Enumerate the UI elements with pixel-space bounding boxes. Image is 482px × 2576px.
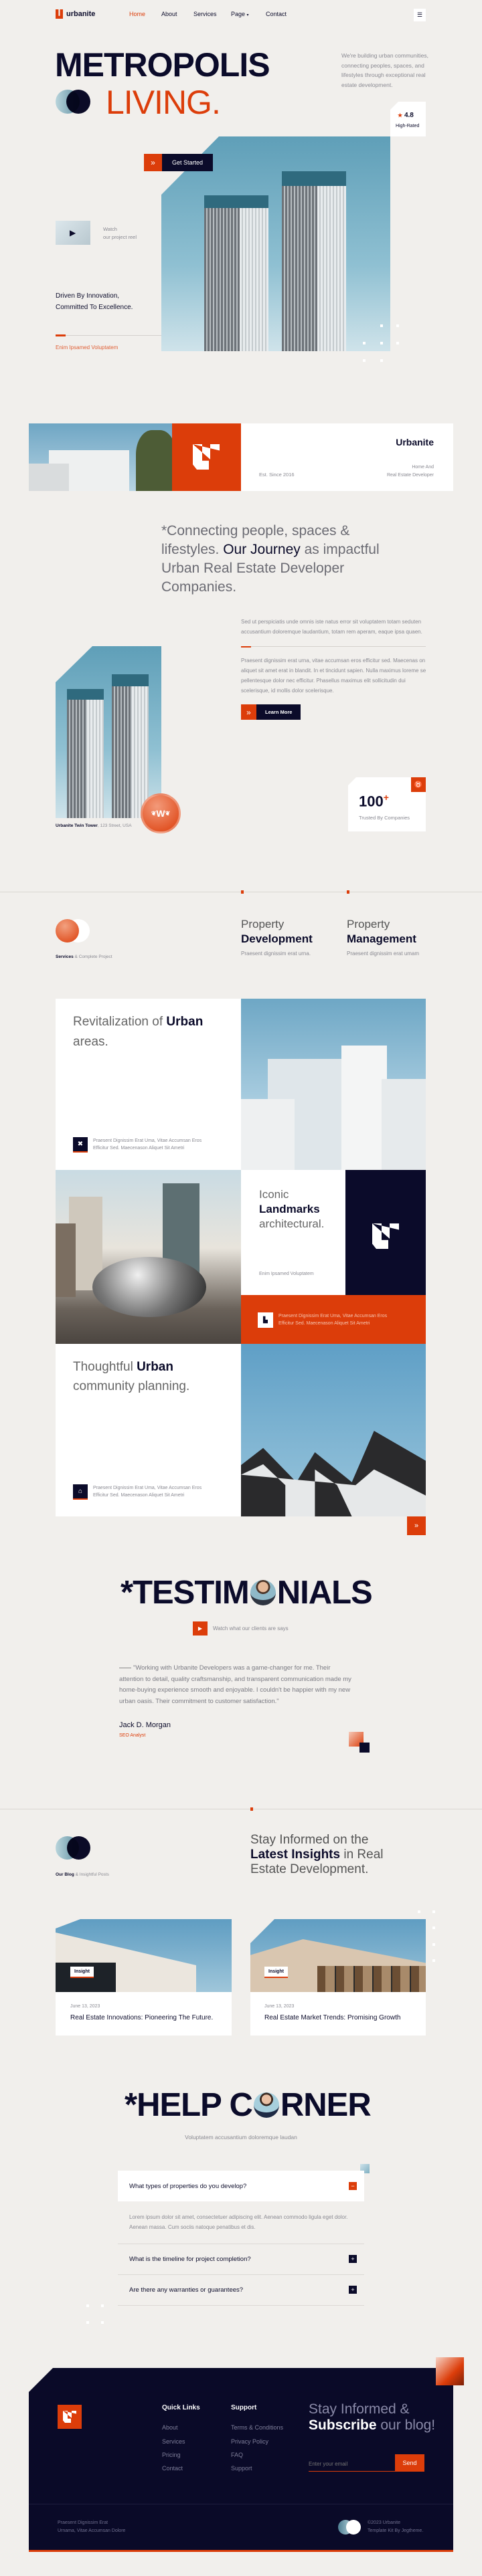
service-development: Property Development Praesent dignissim …: [241, 918, 313, 957]
double-chevron-right-icon: »: [144, 154, 162, 171]
support-avatar: [253, 2092, 279, 2118]
nav-page[interactable]: Page ▾: [231, 11, 249, 17]
play-icon: ▶: [70, 228, 76, 237]
nav-services[interactable]: Services: [193, 11, 217, 17]
navy-logo-tile: [345, 1170, 426, 1295]
hero-circles-icon: [56, 90, 90, 114]
video-label: Watch our project reel: [103, 226, 137, 240]
rating-card: ★ 4.8 High-Rated: [390, 102, 426, 136]
banner-logo-tile: [172, 423, 241, 491]
footer-link-faq[interactable]: FAQ: [231, 2452, 243, 2458]
blog-image: [250, 1919, 426, 1992]
services-label: Services & Complete Project: [56, 955, 112, 959]
divider-marker: [347, 890, 349, 894]
footer-link-services[interactable]: Services: [162, 2438, 185, 2445]
hero-title-line1: METROPOLIS: [55, 46, 270, 84]
play-icon: ▶: [197, 1625, 203, 1631]
handshake-icon: ♉: [411, 777, 426, 792]
service-card-urban: Revitalization of Urban areas. ✖ Praesent…: [56, 999, 241, 1170]
white-house-image: [241, 999, 426, 1170]
banner-image: [29, 423, 176, 491]
footer-link-support[interactable]: Support: [231, 2465, 252, 2472]
about-para1: Sed ut perspiciatis unde omnis iste natu…: [241, 619, 422, 635]
award-badge: ❦ W ❦: [141, 793, 181, 833]
tag-insight[interactable]: Insight: [70, 1967, 94, 1978]
hero-title-line2: LIVING.: [106, 84, 221, 121]
next-arrow-button[interactable]: »: [407, 1516, 426, 1535]
hero-tagline: Driven By Innovation, Committed To Excell…: [56, 292, 133, 311]
subscribe-heading: Stay Informed & Subscribe our blog!: [309, 2401, 436, 2433]
plus-icon[interactable]: +: [349, 2255, 357, 2263]
blog-circles-icon: [56, 1836, 90, 1860]
divider-marker: [250, 1807, 253, 1811]
hero-caption: Enim Ipsamed Voluptatem: [56, 344, 118, 351]
nav-contact[interactable]: Contact: [266, 11, 287, 17]
gabled-houses-image: [241, 1344, 426, 1516]
u-logo-icon: [56, 9, 63, 19]
about-divider: [241, 646, 426, 648]
testimonial-quote: "Working with Urbanite Developers was a …: [119, 1664, 351, 1705]
learn-more-button[interactable]: » Learn More: [241, 704, 301, 720]
footer-link-pricing[interactable]: Pricing: [162, 2452, 181, 2458]
hero-progress: [56, 334, 161, 336]
divider-marker: [241, 890, 244, 894]
laurel-icon: ❦: [151, 809, 157, 817]
u-logo-icon: [372, 1223, 399, 1249]
menu-button[interactable]: ☰: [414, 9, 426, 21]
service-card-landmarks: Iconic Landmarks architectural. Enim Ipsam…: [241, 1170, 345, 1295]
bean-city-image: [56, 1170, 241, 1344]
footer-link-about[interactable]: About: [162, 2424, 178, 2431]
brand-logo[interactable]: urbanite: [56, 9, 95, 19]
decorative-squares: [359, 1743, 370, 1753]
client-avatar: [250, 1580, 276, 1605]
nav-about[interactable]: About: [161, 11, 177, 17]
footer-link-terms[interactable]: Terms & Conditions: [231, 2424, 283, 2431]
service-card-community: Thoughtful Urban community planning. ⌂ Pr…: [56, 1344, 241, 1516]
banner-info: Urbanite Est. Since 2016 Home And Real Es…: [241, 423, 453, 491]
services-circle-icon: [56, 919, 90, 943]
nav-home[interactable]: Home: [129, 11, 145, 17]
footer-link-contact[interactable]: Contact: [162, 2465, 183, 2472]
plus-icon[interactable]: +: [349, 2286, 357, 2294]
laurel-icon: ❦: [165, 809, 171, 817]
watch-testimonial-button[interactable]: ▶: [193, 1621, 208, 1636]
blog-heading: Stay Informed on the Latest Insights in …: [250, 1833, 384, 1876]
tag-insight[interactable]: Insight: [264, 1967, 288, 1978]
stat-card: 100+ Trusted By Companies ♉: [348, 777, 426, 831]
email-input[interactable]: [309, 2457, 395, 2472]
about-para2: Praesent dignissim erat urna, vitae accu…: [241, 658, 426, 694]
hero-intro: We're building urban communities, connec…: [341, 52, 428, 89]
send-button[interactable]: Send: [395, 2454, 424, 2472]
get-started-button[interactable]: » Get Started: [144, 154, 214, 171]
u-logo-icon: [63, 2411, 76, 2423]
double-chevron-right-icon: »: [241, 704, 256, 720]
footer-circles-icon: [338, 2520, 361, 2535]
minus-icon[interactable]: −: [349, 2182, 357, 2190]
tower-caption: Urbanite Twin Tower, 123 Street, USA: [56, 823, 132, 828]
factory-icon: ▙: [258, 1312, 273, 1328]
blog-image: [56, 1919, 232, 1992]
faq-divider: [118, 2305, 364, 2306]
testimonials-title: *TESTIM NIALS: [120, 1575, 373, 1611]
u-logo-icon: [193, 444, 220, 470]
double-chevron-right-icon: »: [414, 1522, 419, 1530]
star-icon: ★: [398, 112, 403, 118]
footer-logo[interactable]: [58, 2405, 82, 2429]
footer-link-privacy[interactable]: Privacy Policy: [231, 2438, 268, 2445]
hamburger-icon: ☰: [416, 11, 423, 18]
house-icon: ⌂: [73, 1484, 88, 1500]
decorative-square: [436, 2357, 464, 2385]
blog-card[interactable]: Insight June 13, 2023 Real Estate Innova…: [56, 1919, 232, 2036]
orange-info-bar: ▙ Praesent Dignissim Erat Uma, Vitae Acc…: [241, 1295, 426, 1344]
chevron-down-icon: ▾: [246, 13, 249, 17]
tools-icon: ✖: [73, 1137, 88, 1153]
blog-card[interactable]: Insight June 13, 2023 Real Estate Market…: [250, 1919, 426, 2036]
about-quote: *Connecting people, spaces & lifestyles.…: [161, 523, 380, 595]
video-thumbnail[interactable]: ▶: [56, 221, 90, 245]
help-corner-title: *HELP C RNER: [125, 2087, 372, 2123]
twin-tower-image: [56, 646, 161, 818]
blog-label: Our Blog & Insightful Posts: [56, 1872, 109, 1877]
service-management: Property Management Praesent dignissim e…: [347, 918, 420, 957]
